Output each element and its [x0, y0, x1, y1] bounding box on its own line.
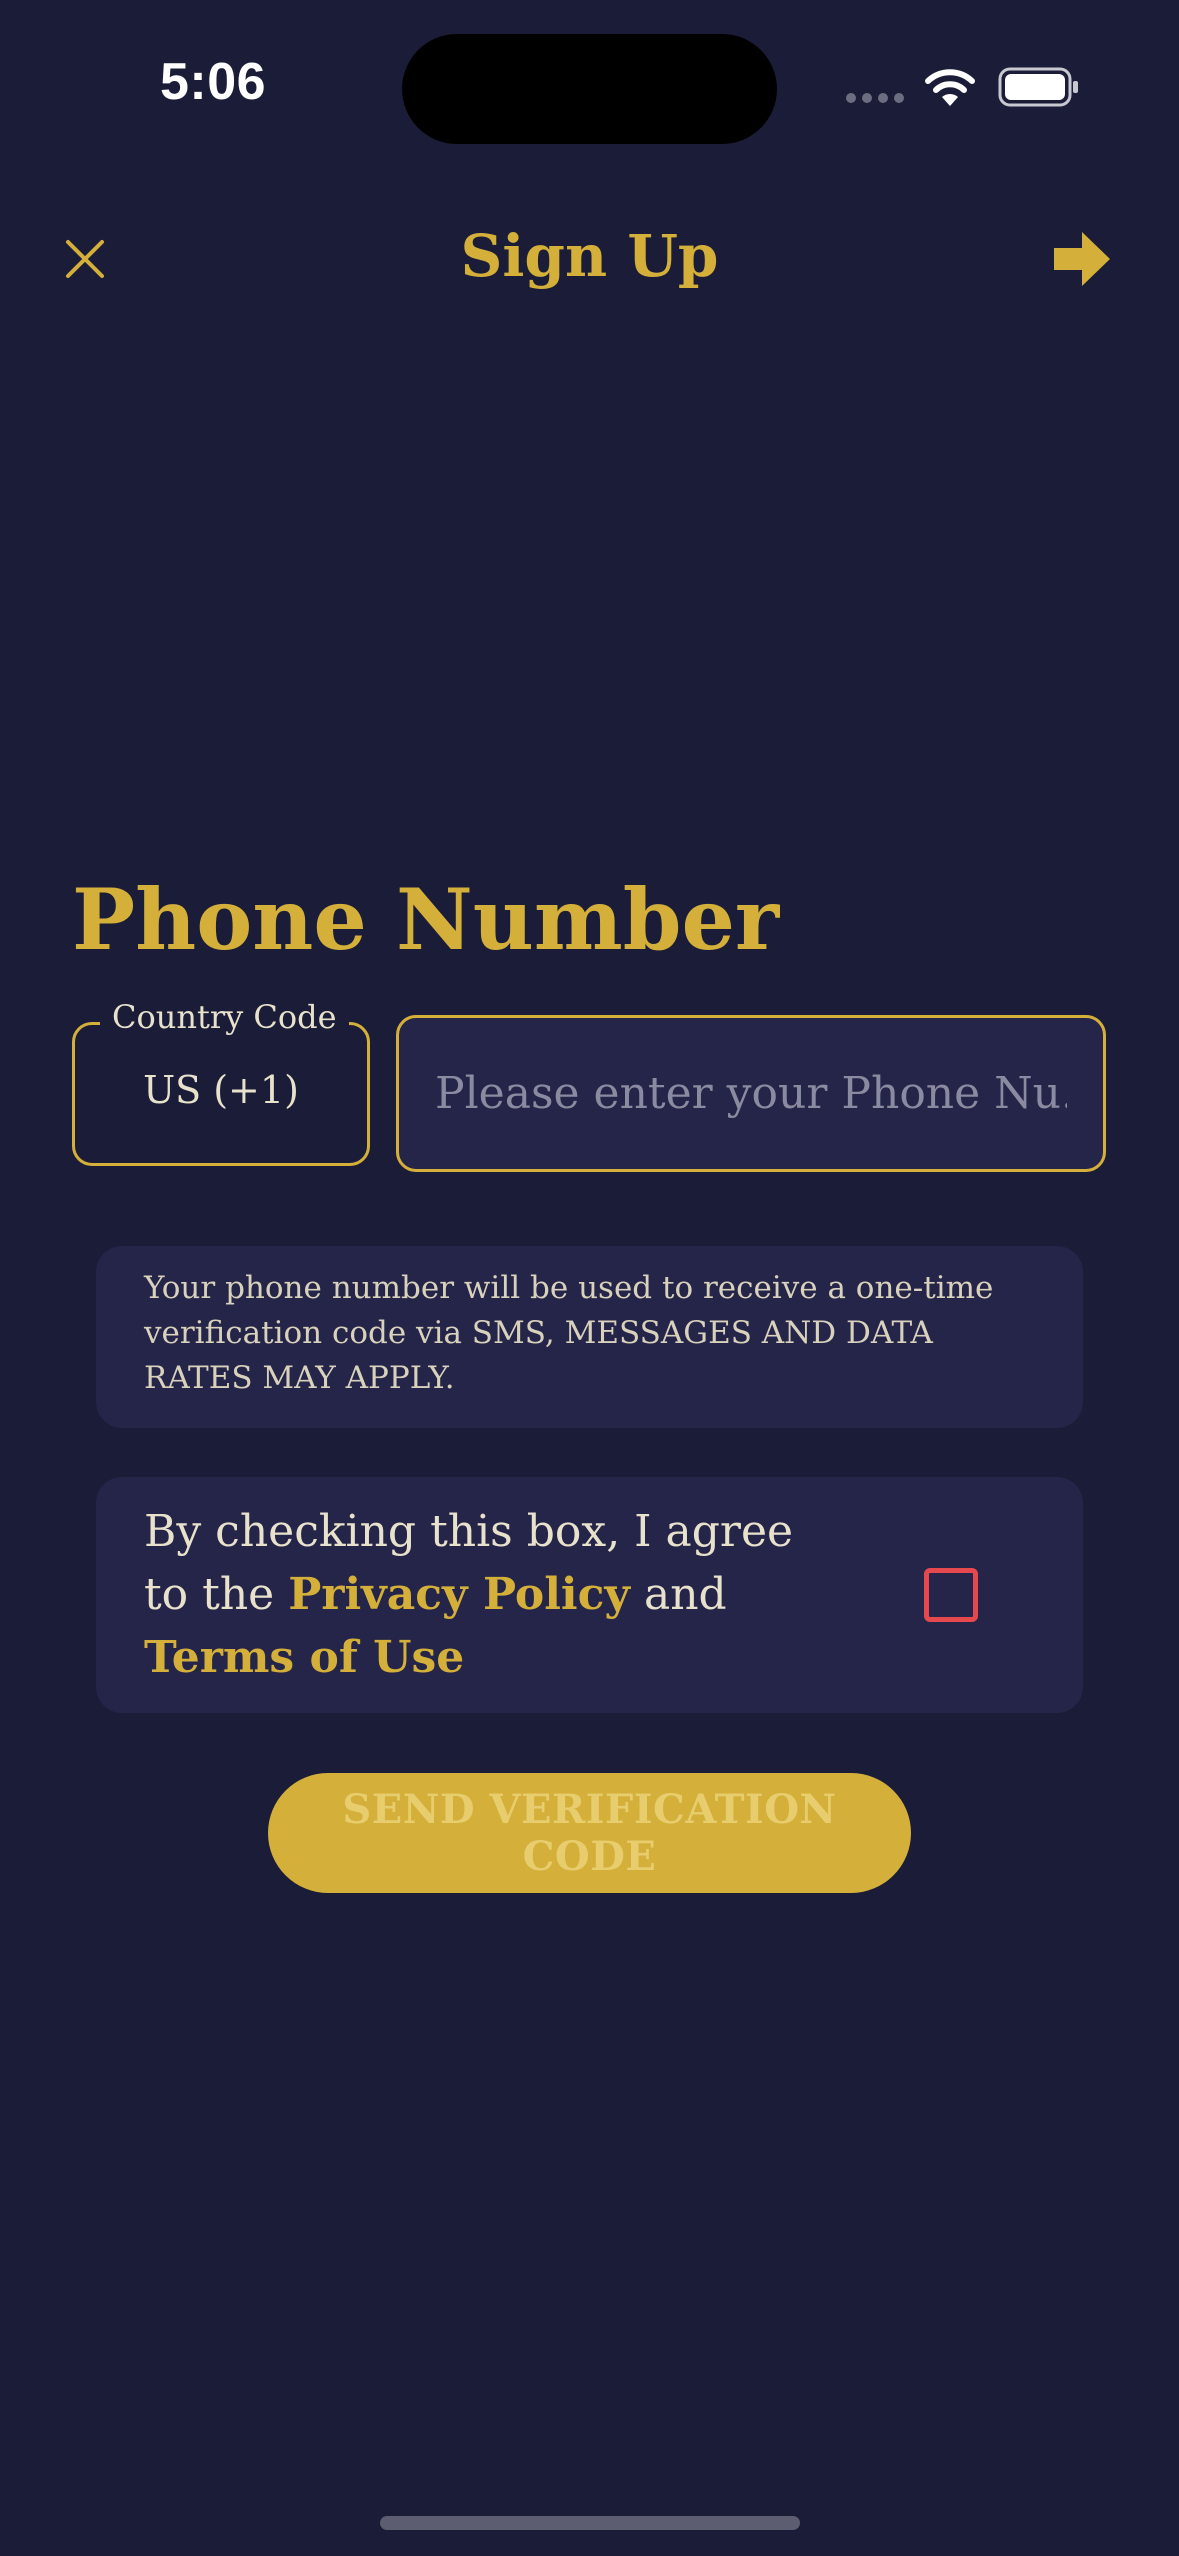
phone-number-input[interactable]: [396, 1015, 1106, 1172]
terms-of-use-link[interactable]: Terms of Use: [144, 1632, 464, 1683]
sms-disclaimer-text: Your phone number will be used to receiv…: [144, 1270, 994, 1396]
agreement-and: and: [629, 1569, 727, 1620]
page-title: Sign Up: [460, 222, 719, 290]
arrow-right-icon[interactable]: [1052, 230, 1112, 288]
agreement-checkbox[interactable]: [924, 1568, 978, 1622]
phone-number-heading: Phone Number: [72, 870, 780, 969]
agreement-text: By checking this box, I agree to the Pri…: [144, 1500, 844, 1689]
wifi-icon: [925, 69, 975, 106]
country-code-value: US (+1): [143, 1068, 299, 1112]
country-code-label: Country Code: [100, 998, 349, 1036]
home-indicator: [380, 2516, 800, 2530]
status-time: 5:06: [160, 53, 267, 111]
send-verification-code-button[interactable]: SEND VERIFICATION CODE: [268, 1773, 911, 1893]
cellular-signal-icon: [846, 93, 904, 103]
dynamic-island: [402, 34, 777, 144]
battery-icon: [998, 67, 1078, 107]
privacy-policy-link[interactable]: Privacy Policy: [288, 1569, 630, 1620]
